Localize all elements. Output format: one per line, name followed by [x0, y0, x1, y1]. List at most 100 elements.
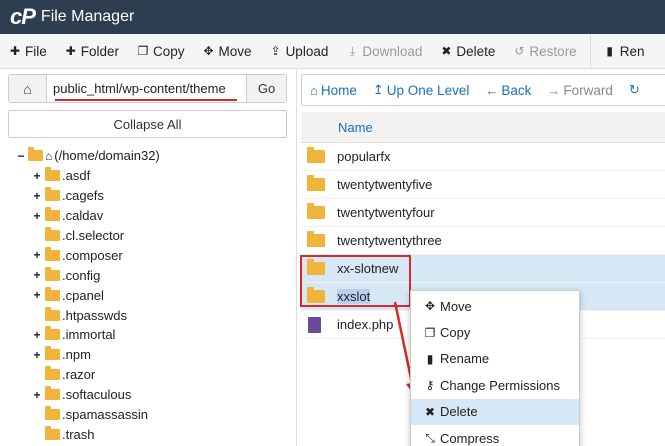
toolbar-file-button[interactable]: ✚ File [0, 34, 56, 68]
back-icon: ← [485, 82, 499, 98]
tree-item[interactable]: + .immortal [0, 325, 290, 345]
context-menu-label: Compress [440, 430, 500, 446]
php-file-icon [308, 316, 321, 333]
home-icon: ⌂ [45, 148, 53, 163]
tree-item-label: .cl.selector [62, 228, 125, 243]
context-menu-delete[interactable]: ✖ Delete [411, 398, 579, 425]
tree-item-label: .immortal [62, 327, 116, 343]
folder-icon [45, 326, 60, 341]
file-row[interactable]: twentytwentyfive [301, 171, 665, 199]
tree-root[interactable]: − ⌂ (/home/domain32) [0, 146, 290, 166]
nav-back-button[interactable]: ← Back [477, 83, 539, 98]
expand-toggle-icon[interactable]: + [32, 248, 42, 262]
toolbar-button-label: Folder [80, 43, 120, 59]
pane-divider[interactable] [296, 69, 297, 446]
delete-icon: ✖ [424, 404, 436, 419]
tree-item[interactable]: + .composer [0, 245, 290, 265]
toolbar-button-label: Download [362, 43, 423, 59]
tree-item[interactable]: .spamassassin [0, 405, 290, 425]
expand-toggle-icon[interactable]: + [32, 328, 42, 342]
tree-item-label: .htpasswds [62, 307, 128, 323]
navigation-bar: ⌂ Home ↥ Up One Level ← Back → Forward ↻ [301, 74, 665, 106]
tree-item-label: .trash [62, 426, 95, 442]
nav-forward-button[interactable]: → Forward [539, 83, 621, 98]
file-row[interactable]: popularfx [301, 143, 665, 171]
folder-icon [45, 406, 60, 421]
toolbar-button-label: Copy [153, 43, 185, 59]
expand-toggle-icon[interactable]: + [32, 348, 42, 362]
file-list-header: Name [301, 112, 665, 143]
home-button[interactable]: ⌂ [9, 75, 47, 102]
file-row[interactable]: twentytwentyfour [301, 199, 665, 227]
nav-up-one-level-button[interactable]: ↥ Up One Level [365, 82, 477, 98]
toolbar-button-label: File [25, 43, 47, 59]
forward-icon: → [547, 82, 561, 98]
key-icon: ⚷ [425, 378, 435, 393]
context-menu-label: Rename [440, 351, 490, 367]
toolbar-upload-button[interactable]: ⇪ Upload [261, 34, 338, 68]
expand-toggle-icon[interactable]: + [32, 209, 42, 223]
tree-item[interactable]: + .softaculous [0, 385, 290, 405]
toolbar-copy-button[interactable]: ❐ Copy [128, 34, 194, 68]
expand-toggle-icon[interactable]: + [32, 288, 42, 302]
folder-icon [45, 346, 60, 361]
context-menu-label: Delete [440, 404, 478, 420]
go-button[interactable]: Go [246, 75, 286, 102]
expand-toggle-icon[interactable]: + [32, 169, 42, 183]
path-input[interactable] [47, 75, 246, 102]
tree-item[interactable]: + .asdf [0, 166, 290, 186]
context-menu-move[interactable]: ✥ Move [411, 293, 579, 319]
toolbar-ren-button[interactable]: ▮ Ren [595, 34, 654, 68]
toolbar-folder-button[interactable]: ✚ Folder [56, 34, 128, 68]
tree-item[interactable]: .cl.selector [0, 226, 290, 246]
folder-icon [45, 286, 60, 301]
context-menu-change-permissions[interactable]: ⚷ Change Permissions [411, 372, 579, 398]
nav-reload-button[interactable]: ↻ [621, 82, 651, 98]
tree-item-label: .cagefs [62, 188, 104, 204]
nav-home-button[interactable]: ⌂ Home [302, 83, 365, 98]
tree-item[interactable]: + .caldav [0, 206, 290, 226]
tree-item[interactable]: + .config [0, 265, 290, 285]
nav-button-label: Home [320, 82, 357, 98]
expand-toggle-icon[interactable]: + [32, 268, 42, 282]
collapse-toggle-icon[interactable]: − [16, 149, 26, 163]
toolbar-restore-button[interactable]: ↺ Restore [504, 34, 585, 68]
name-column-header[interactable]: Name [338, 120, 373, 135]
folder-icon [45, 167, 60, 182]
tree-item-label: .cpanel [62, 287, 104, 303]
folder-icon [45, 187, 60, 202]
context-menu-copy[interactable]: ❐ Copy [411, 319, 579, 345]
move-icon: ✥ [424, 299, 436, 314]
move-icon: ✥ [203, 44, 214, 58]
annotation-underline [55, 99, 237, 101]
nav-button-label: Forward [563, 82, 613, 98]
nav-button-label: Back [501, 82, 532, 98]
expand-toggle-icon[interactable]: + [32, 388, 42, 402]
expand-toggle-icon[interactable]: + [32, 189, 42, 203]
context-menu-rename[interactable]: ▮ Rename [411, 346, 579, 372]
toolbar-button-label: Delete [456, 43, 496, 59]
copy-icon: ❐ [137, 44, 149, 58]
folder-icon [45, 306, 60, 321]
file-name: index.php [337, 317, 394, 332]
tree-item[interactable]: + .cagefs [0, 186, 290, 206]
tree-item[interactable]: .trash [0, 424, 290, 444]
toolbar-download-button[interactable]: ⤓ Download [337, 34, 431, 68]
tree-item-label: .composer [62, 247, 123, 263]
directory-tree: − ⌂ (/home/domain32) + .asdf + .cagefs + .caldav… [0, 146, 290, 444]
tree-item[interactable]: + .npm [0, 345, 290, 365]
rename-icon: ▮ [606, 44, 613, 58]
toolbar-delete-button[interactable]: ✖ Delete [431, 34, 504, 68]
tree-item[interactable]: .razor [0, 365, 290, 385]
tree-item-label: .npm [62, 347, 91, 363]
context-menu-compress[interactable]: ⤡ Compress [411, 425, 579, 446]
collapse-all-button[interactable]: Collapse All [8, 110, 287, 138]
folder-icon [307, 231, 325, 247]
folder-icon [307, 147, 325, 163]
tree-item[interactable]: + .cpanel [0, 285, 290, 305]
file-row[interactable]: twentytwentythree [301, 227, 665, 255]
toolbar-button-label: Upload [285, 43, 329, 59]
tree-item[interactable]: .htpasswds [0, 305, 290, 325]
toolbar-move-button[interactable]: ✥ Move [194, 34, 261, 68]
folder-icon [307, 203, 325, 219]
